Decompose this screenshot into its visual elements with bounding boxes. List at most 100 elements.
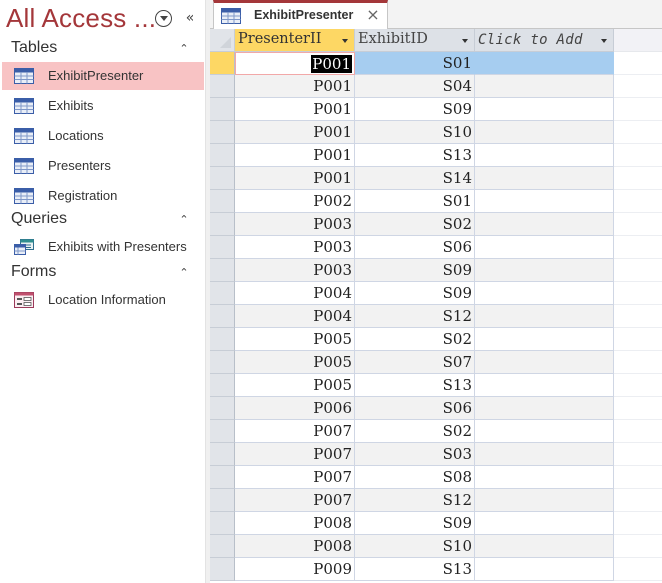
cell-exhibitid[interactable]: S13 [355, 374, 475, 397]
column-add-dropdown-icon[interactable] [601, 39, 607, 43]
table-row[interactable]: P003 S09 [210, 259, 662, 282]
cell-presenterid[interactable]: P005 [235, 374, 355, 397]
cell-exhibitid[interactable]: S08 [355, 466, 475, 489]
nav-group-tables[interactable]: Tables ⌃ [0, 38, 205, 62]
cell-presenterid[interactable]: P003 [235, 259, 355, 282]
cell-presenterid[interactable]: P001 [235, 98, 355, 121]
cell-exhibitid[interactable]: S12 [355, 305, 475, 328]
nav-menu-dropdown-icon[interactable] [155, 10, 172, 27]
cell-exhibitid[interactable]: S02 [355, 420, 475, 443]
nav-item-exhibitpresenter[interactable]: ExhibitPresenter [2, 62, 204, 90]
row-selector[interactable] [210, 397, 235, 420]
cell-click-to-add[interactable] [475, 75, 614, 98]
cell-exhibitid[interactable]: S03 [355, 443, 475, 466]
select-all-button[interactable] [210, 29, 235, 52]
cell-exhibitid[interactable]: S04 [355, 75, 475, 98]
cell-exhibitid[interactable]: S01 [355, 190, 475, 213]
row-selector[interactable] [210, 259, 235, 282]
table-row[interactable]: P001 S14 [210, 167, 662, 190]
tab-exhibitpresenter[interactable]: ExhibitPresenter × [213, 0, 388, 30]
row-selector[interactable] [210, 420, 235, 443]
cell-presenterid[interactable]: P006 [235, 397, 355, 420]
cell-presenterid[interactable]: P007 [235, 466, 355, 489]
cell-exhibitid[interactable]: S06 [355, 236, 475, 259]
row-selector[interactable] [210, 98, 235, 121]
row-selector[interactable] [210, 489, 235, 512]
cell-presenterid[interactable]: P001 [235, 144, 355, 167]
cell-click-to-add[interactable] [475, 466, 614, 489]
cell-click-to-add[interactable] [475, 558, 614, 581]
cell-click-to-add[interactable] [475, 144, 614, 167]
cell-click-to-add[interactable] [475, 512, 614, 535]
table-row[interactable]: P007 S08 [210, 466, 662, 489]
cell-exhibitid[interactable]: S09 [355, 512, 475, 535]
nav-item-presenters[interactable]: Presenters [2, 152, 204, 180]
cell-presenterid[interactable]: P007 [235, 489, 355, 512]
row-selector[interactable] [210, 52, 235, 75]
nav-title[interactable]: All Access ... [6, 3, 156, 34]
nav-group-queries[interactable]: Queries ⌃ [0, 209, 205, 233]
cell-click-to-add[interactable] [475, 351, 614, 374]
row-selector[interactable] [210, 305, 235, 328]
cell-exhibitid[interactable]: S02 [355, 328, 475, 351]
cell-presenterid[interactable]: P007 [235, 420, 355, 443]
table-row[interactable]: P001 S13 [210, 144, 662, 167]
cell-click-to-add[interactable] [475, 397, 614, 420]
row-selector[interactable] [210, 535, 235, 558]
column-header-presenterid[interactable]: PresenterII [235, 29, 355, 52]
nav-item-locations[interactable]: Locations [2, 122, 204, 150]
cell-presenterid[interactable]: P005 [235, 351, 355, 374]
cell-presenterid[interactable]: P001 [235, 167, 355, 190]
cell-presenterid[interactable]: P004 [235, 282, 355, 305]
cell-click-to-add[interactable] [475, 535, 614, 558]
row-selector[interactable] [210, 144, 235, 167]
row-selector[interactable] [210, 466, 235, 489]
nav-item-exhibits[interactable]: Exhibits [2, 92, 204, 120]
row-selector[interactable] [210, 351, 235, 374]
cell-click-to-add[interactable] [475, 420, 614, 443]
table-row[interactable]: P005 S13 [210, 374, 662, 397]
cell-click-to-add[interactable] [475, 282, 614, 305]
table-row[interactable]: P004 S12 [210, 305, 662, 328]
cell-presenterid[interactable]: P008 [235, 512, 355, 535]
table-row[interactable]: P006 S06 [210, 397, 662, 420]
row-selector[interactable] [210, 167, 235, 190]
row-selector[interactable] [210, 328, 235, 351]
nav-item-exhibits-with-presenters[interactable]: Exhibits with Presenters [2, 233, 204, 261]
row-selector[interactable] [210, 374, 235, 397]
table-row[interactable]: P001 S01 [210, 52, 662, 75]
table-row[interactable]: P003 S02 [210, 213, 662, 236]
cell-exhibitid[interactable]: S10 [355, 121, 475, 144]
row-selector[interactable] [210, 236, 235, 259]
cell-click-to-add[interactable] [475, 98, 614, 121]
cell-presenterid[interactable]: P004 [235, 305, 355, 328]
cell-exhibitid[interactable]: S13 [355, 558, 475, 581]
nav-group-forms[interactable]: Forms ⌃ [0, 262, 205, 286]
cell-click-to-add[interactable] [475, 259, 614, 282]
cell-presenterid[interactable]: P007 [235, 443, 355, 466]
row-selector[interactable] [210, 443, 235, 466]
nav-item-registration[interactable]: Registration [2, 182, 204, 210]
cell-exhibitid[interactable]: S09 [355, 259, 475, 282]
cell-exhibitid[interactable]: S09 [355, 282, 475, 305]
cell-presenterid[interactable]: P002 [235, 190, 355, 213]
shutter-bar-collapse-icon[interactable]: « [182, 8, 198, 28]
collapse-chevron-icon[interactable]: ⌃ [177, 264, 191, 282]
table-row[interactable]: P008 S10 [210, 535, 662, 558]
table-row[interactable]: P005 S02 [210, 328, 662, 351]
cell-click-to-add[interactable] [475, 190, 614, 213]
cell-exhibitid[interactable]: S12 [355, 489, 475, 512]
cell-presenterid[interactable]: P001 [235, 121, 355, 144]
cell-exhibitid[interactable]: S09 [355, 98, 475, 121]
cell-presenterid[interactable]: P003 [235, 236, 355, 259]
cell-click-to-add[interactable] [475, 121, 614, 144]
cell-presenterid[interactable]: P003 [235, 213, 355, 236]
cell-click-to-add[interactable] [475, 328, 614, 351]
row-selector[interactable] [210, 558, 235, 581]
column-sort-dropdown-icon[interactable] [342, 39, 348, 43]
cell-click-to-add[interactable] [475, 489, 614, 512]
cell-exhibitid[interactable]: S01 [355, 52, 475, 75]
cell-exhibitid[interactable]: S02 [355, 213, 475, 236]
cell-exhibitid[interactable]: S14 [355, 167, 475, 190]
table-row[interactable]: P003 S06 [210, 236, 662, 259]
